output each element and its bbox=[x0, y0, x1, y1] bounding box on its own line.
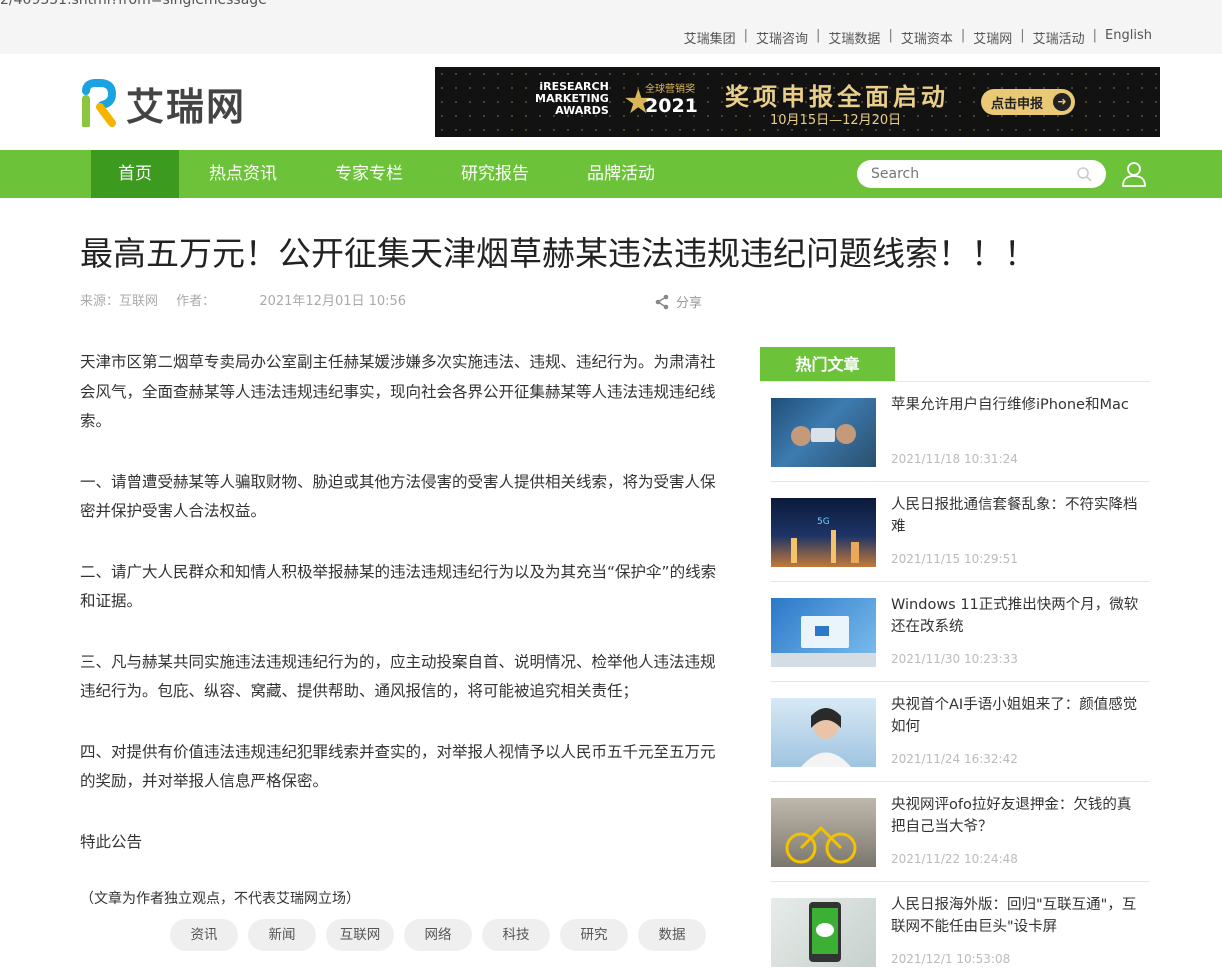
banner-cn-label: 全球营销奖 bbox=[645, 84, 695, 95]
article-thumbnail: 5G bbox=[771, 498, 876, 567]
site-logo[interactable]: 艾瑞网 bbox=[80, 78, 247, 129]
tag-item[interactable]: 数据 bbox=[638, 919, 706, 951]
banner-dates: 10月15日—12月20日 bbox=[770, 113, 902, 128]
nav-item-hot-news[interactable]: 热点资讯 bbox=[195, 150, 291, 198]
sidebar-article-title: 人民日报海外版：回归"互联互通"，互联网不能任由巨头"设卡屏 bbox=[891, 897, 1137, 935]
sidebar-article-title: 人民日报批通信套餐乱象：不符实降档难 bbox=[891, 497, 1138, 535]
top-link-irui-group[interactable]: 艾瑞集团 bbox=[684, 28, 736, 47]
banner-headline: 奖项申报全面启动 bbox=[725, 83, 949, 111]
tag-item[interactable]: 网络 bbox=[404, 919, 472, 951]
sidebar-article-title: 苹果允许用户自行维修iPhone和Mac bbox=[891, 397, 1129, 413]
tag-item[interactable]: 科技 bbox=[482, 919, 550, 951]
search-input[interactable] bbox=[871, 164, 1061, 184]
sidebar-article-title: 央视网评ofo拉好友退押金：欠钱的真把自己当大爷？ bbox=[891, 797, 1132, 835]
article-thumbnail bbox=[771, 398, 876, 467]
ad-banner[interactable]: iRESEARCH MARKETING AWARDS ★ 全球营销奖 2021 … bbox=[435, 67, 1160, 137]
article-paragraph: 四、对提供有价值违法违规违纪犯罪线索并查实的，对举报人视情予以人民币五千元至五万… bbox=[80, 742, 716, 791]
logo-r-icon bbox=[82, 79, 117, 127]
top-link-irui-net[interactable]: 艾瑞网 bbox=[973, 28, 1012, 47]
main-nav: 首页 热点资讯 专家专栏 研究报告 品牌活动 bbox=[0, 150, 1222, 198]
search-icon[interactable] bbox=[1076, 166, 1092, 182]
search-box bbox=[857, 160, 1106, 188]
article-thumbnail bbox=[771, 598, 876, 667]
article-paragraph: 三、凡与赫某共同实施违法违规违纪行为的，应主动投案自首、说明情况、检举他人违法违… bbox=[80, 652, 716, 701]
article-author: 作者： bbox=[176, 294, 216, 309]
nav-item-brand-events[interactable]: 品牌活动 bbox=[573, 150, 669, 198]
article-thumbnail bbox=[771, 698, 876, 767]
top-bar: 艾瑞集团 | 艾瑞咨询 | 艾瑞数据 | 艾瑞资本 | 艾瑞网 | 艾瑞活动 | Engli… bbox=[0, 18, 1222, 54]
sidebar-article-date: 2021/11/15 10:29:51 bbox=[891, 552, 1018, 566]
sidebar-article-date: 2021/12/1 10:53:08 bbox=[891, 952, 1011, 966]
tag-item[interactable]: 研究 bbox=[560, 919, 628, 951]
tag-item[interactable]: 新闻 bbox=[248, 919, 316, 951]
arrow-right-icon: ➜ bbox=[1053, 93, 1071, 111]
sidebar-article-title: 央视首个AI手语小姐姐来了：颜值感觉如何 bbox=[891, 697, 1138, 735]
top-link-english[interactable]: English bbox=[1105, 28, 1152, 47]
article-thumbnail bbox=[771, 898, 876, 967]
article-source: 来源：互联网 bbox=[80, 294, 159, 309]
svg-text:5G: 5G bbox=[817, 517, 830, 527]
sidebar-heading: 热门文章 bbox=[760, 347, 895, 382]
url-text: 2/409351.shtml?from=singlemessage bbox=[0, 0, 267, 8]
sidebar-article-item[interactable]: 苹果允许用户自行维修iPhone和Mac 2021/11/18 10:31:24 bbox=[771, 382, 1149, 482]
tag-item[interactable]: 互联网 bbox=[326, 919, 394, 951]
url-bar[interactable]: 2/409351.shtml?from=singlemessage bbox=[0, 0, 1222, 18]
top-link-irui-capital[interactable]: 艾瑞资本 bbox=[901, 28, 953, 47]
article-thumbnail bbox=[771, 798, 876, 867]
article-paragraph: 天津市区第二烟草专卖局办公室副主任赫某媛涉嫌多次实施违法、违规、违纪行为。为肃清… bbox=[80, 353, 716, 430]
site-header: 艾瑞网 iRESEARCH MARKETING AWARDS ★ 全球营销奖 2… bbox=[0, 54, 1222, 150]
sidebar-article-item[interactable]: 人民日报海外版：回归"互联互通"，互联网不能任由巨头"设卡屏 2021/12/1… bbox=[771, 882, 1149, 969]
sidebar-article-item[interactable]: Windows 11正式推出快两个月，微软还在改系统 2021/11/30 10… bbox=[771, 582, 1149, 682]
sidebar-article-item[interactable]: 央视首个AI手语小姐姐来了：颜值感觉如何 2021/11/24 16:32:42 bbox=[771, 682, 1149, 782]
sidebar-article-item[interactable]: 5G 人民日报批通信套餐乱象：不符实降档难 2021/11/15 10:29:5… bbox=[771, 482, 1149, 582]
share-icon bbox=[655, 294, 669, 309]
top-link-irui-events[interactable]: 艾瑞活动 bbox=[1033, 28, 1085, 47]
article-paragraph: 二、请广大人民群众和知情人积极举报赫某的违法违规违纪行为以及为其充当“保护伞”的… bbox=[80, 562, 717, 611]
article-disclaimer: （文章为作者独立观点，不代表艾瑞网立场） bbox=[80, 891, 360, 907]
article-paragraph: 一、请曾遭受赫某等人骗取财物、胁迫或其他方法侵害的受害人提供相关线索，将为受害人… bbox=[80, 472, 716, 521]
sidebar-article-date: 2021/11/30 10:23:33 bbox=[891, 652, 1018, 666]
article-body: 天津市区第二烟草专卖局办公室副主任赫某媛涉嫌多次实施违法、违规、违纪行为。为肃清… bbox=[80, 348, 722, 888]
sidebar-article-title: Windows 11正式推出快两个月，微软还在改系统 bbox=[891, 597, 1139, 635]
sidebar-article-date: 2021/11/18 10:31:24 bbox=[891, 452, 1018, 466]
sidebar-article-item[interactable]: 央视网评ofo拉好友退押金：欠钱的真把自己当大爷？ 2021/11/22 10:… bbox=[771, 782, 1149, 882]
top-link-irui-consulting[interactable]: 艾瑞咨询 bbox=[756, 28, 808, 47]
nav-item-research-report[interactable]: 研究报告 bbox=[447, 150, 543, 198]
tag-item[interactable]: 资讯 bbox=[170, 919, 238, 951]
article-meta: 来源：互联网 作者： 2021年12月01日 10:56 bbox=[80, 290, 420, 309]
article-title: 最高五万元！公开征集天津烟草赫某违法违规违纪问题线索！！！ bbox=[80, 234, 1037, 273]
logo-text: 艾瑞网 bbox=[126, 84, 247, 129]
top-links: 艾瑞集团 | 艾瑞咨询 | 艾瑞数据 | 艾瑞资本 | 艾瑞网 | 艾瑞活动 | Engli… bbox=[683, 28, 1152, 47]
user-icon[interactable] bbox=[1120, 160, 1148, 188]
banner-apply-button[interactable]: 点击申报 ➜ bbox=[981, 89, 1075, 115]
top-link-irui-data[interactable]: 艾瑞数据 bbox=[828, 28, 880, 47]
banner-awards-text: iRESEARCH MARKETING AWARDS bbox=[535, 80, 609, 117]
nav-item-expert-column[interactable]: 专家专栏 bbox=[321, 150, 417, 198]
sidebar-article-date: 2021/11/22 10:24:48 bbox=[891, 852, 1018, 866]
nav-item-home[interactable]: 首页 bbox=[91, 150, 179, 198]
article-paragraph: 特此公告 bbox=[80, 832, 143, 851]
share-button[interactable]: 分享 bbox=[654, 292, 702, 311]
article-date: 2021年12月01日 10:56 bbox=[259, 294, 407, 309]
banner-year: 2021 bbox=[645, 95, 698, 117]
tag-list: 资讯 新闻 互联网 网络 科技 研究 数据 bbox=[170, 919, 716, 951]
sidebar-article-date: 2021/11/24 16:32:42 bbox=[891, 752, 1018, 766]
